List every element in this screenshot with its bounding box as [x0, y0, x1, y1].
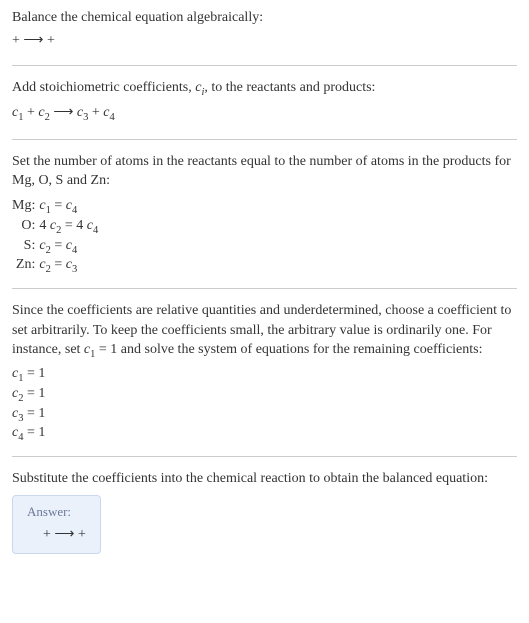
step3-text: Set the number of atoms in the reactants…: [12, 152, 517, 191]
step-solve: Since the coefficients are relative quan…: [12, 301, 517, 444]
atoms-table: Mg: c1 = c4 O: 4 c2 = 4 c4 S: c2 = c4 Zn…: [12, 197, 104, 276]
eq-plus2: +: [88, 105, 103, 120]
step5-text: Substitute the coefficients into the che…: [12, 469, 517, 489]
atom-eq-o: 4 c2 = 4 c4: [39, 217, 104, 237]
atom-label-zn: Zn:: [12, 256, 39, 276]
coeff-row: c4 = 1: [12, 424, 517, 444]
step1-text: Balance the chemical equation algebraica…: [12, 8, 517, 28]
answer-label: Answer:: [27, 504, 86, 520]
coeff-list: c1 = 1 c2 = 1 c3 = 1 c4 = 1: [12, 365, 517, 444]
divider: [12, 456, 517, 457]
step2-text-after: , to the reactants and products:: [204, 80, 375, 95]
step2-text: Add stoichiometric coefficients, ci, to …: [12, 78, 517, 100]
eq-arrow: ⟶: [50, 105, 77, 120]
atom-eq-s: c2 = c4: [39, 237, 104, 257]
step-balance: Balance the chemical equation algebraica…: [12, 8, 517, 53]
step2-equation: c1 + c2 ⟶ c3 + c4: [12, 100, 517, 127]
divider: [12, 139, 517, 140]
atom-label-mg: Mg:: [12, 197, 39, 217]
atom-eq-zn: c2 = c3: [39, 256, 104, 276]
table-row: S: c2 = c4: [12, 237, 104, 257]
answer-box: Answer: + ⟶ +: [12, 495, 101, 554]
step-substitute: Substitute the coefficients into the che…: [12, 469, 517, 554]
table-row: O: 4 c2 = 4 c4: [12, 217, 104, 237]
step2-text-before: Add stoichiometric coefficients,: [12, 80, 195, 95]
step-stoichiometric: Add stoichiometric coefficients, ci, to …: [12, 78, 517, 127]
step4-text: Since the coefficients are relative quan…: [12, 301, 517, 363]
coeff-row: c3 = 1: [12, 405, 517, 425]
step4-text-mid: = 1 and solve the system of equations fo…: [95, 342, 482, 357]
eq-c4s: 4: [110, 112, 115, 123]
table-row: Mg: c1 = c4: [12, 197, 104, 217]
coeff-row: c2 = 1: [12, 385, 517, 405]
step-atoms: Set the number of atoms in the reactants…: [12, 152, 517, 276]
atom-label-s: S:: [12, 237, 39, 257]
answer-equation: + ⟶ +: [27, 526, 86, 543]
atom-eq-mg: c1 = c4: [39, 197, 104, 217]
divider: [12, 65, 517, 66]
atom-label-o: O:: [12, 217, 39, 237]
divider: [12, 288, 517, 289]
coeff-row: c1 = 1: [12, 365, 517, 385]
step1-equation: + ⟶ +: [12, 28, 517, 53]
eq-plus1: +: [23, 105, 38, 120]
table-row: Zn: c2 = c3: [12, 256, 104, 276]
